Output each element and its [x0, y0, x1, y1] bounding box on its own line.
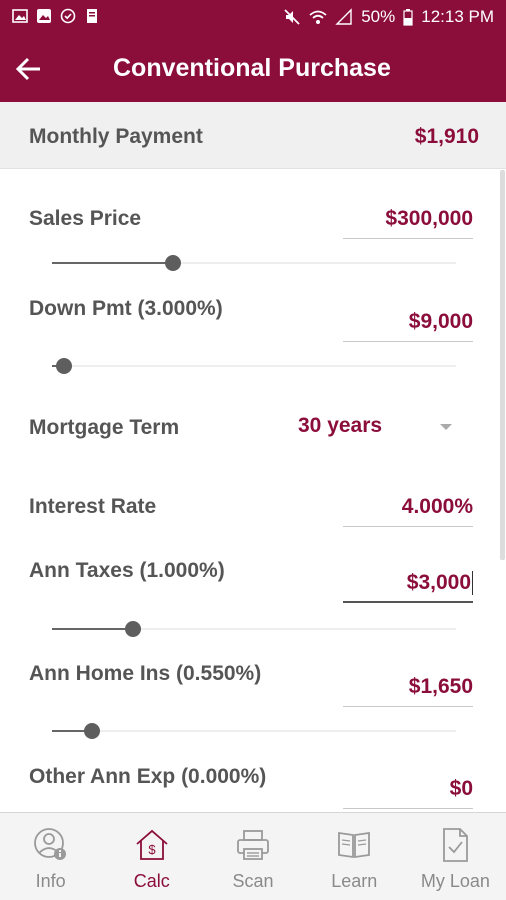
dollar-glyph: $ [148, 842, 156, 857]
nav-label: Calc [133, 871, 170, 891]
book-icon [338, 831, 371, 859]
nav-label: Learn [331, 871, 378, 891]
other-expenses-input[interactable]: $0 [343, 773, 473, 809]
dropdown-arrow-icon [440, 424, 452, 430]
nav-item-learn[interactable]: Learn [304, 813, 405, 900]
document-check-icon [443, 828, 469, 862]
interest-rate-input[interactable]: 4.000% [343, 491, 473, 527]
monthly-payment-summary: Monthly Payment $1,910 [0, 102, 506, 169]
down-payment-slider[interactable] [52, 357, 456, 375]
mortgage-term-dropdown[interactable]: 30 years [298, 410, 466, 446]
clock: 12:13 PM [421, 7, 494, 26]
gallery-notification-icon [36, 8, 52, 24]
bottom-navigation: Info $ Calc Scan Learn My Loan [0, 812, 506, 900]
app-bar: Conventional Purchase [0, 36, 506, 102]
printer-icon [237, 830, 269, 860]
nav-label: My Loan [420, 871, 490, 891]
nav-item-info[interactable]: Info [0, 813, 101, 900]
sales-price-slider[interactable] [52, 254, 456, 272]
home-insurance-input[interactable]: $1,650 [343, 671, 473, 707]
image-notification-icon [12, 8, 28, 24]
other-expenses-label: Other Ann Exp (0.000%) [29, 765, 267, 788]
mute-icon [283, 8, 301, 26]
mortgage-term-label: Mortgage Term [29, 416, 180, 439]
sales-price-input[interactable]: $300,000 [343, 203, 473, 239]
nav-item-scan[interactable]: Scan [202, 813, 303, 900]
system-status: 50% 12:13 PM [283, 7, 494, 27]
nav-item-my-loan[interactable]: My Loan [405, 813, 506, 900]
slider-thumb[interactable] [84, 723, 100, 739]
slider-track [52, 730, 456, 732]
user-info-icon [33, 828, 66, 860]
monthly-payment-value: $1,910 [414, 125, 479, 148]
battery-percent: 50% [361, 7, 396, 26]
nav-label: Info [35, 871, 66, 891]
home-insurance-slider[interactable] [52, 722, 456, 740]
scrollbar[interactable] [500, 170, 505, 560]
annual-taxes-value: $3,000 [406, 571, 471, 594]
house-dollar-icon: $ [136, 829, 168, 860]
annual-taxes-input[interactable]: $3,000 [343, 567, 473, 603]
nav-item-calc[interactable]: $ Calc [101, 813, 202, 900]
notification-icons [12, 8, 100, 24]
home-insurance-label: Ann Home Ins (0.550%) [29, 662, 262, 685]
interest-rate-label: Interest Rate [29, 495, 157, 518]
page-title: Conventional Purchase [113, 54, 391, 82]
signal-icon [335, 8, 353, 26]
check-circle-notification-icon [60, 8, 76, 24]
down-payment-label: Down Pmt (3.000%) [29, 297, 223, 320]
mortgage-term-value: 30 years [298, 414, 383, 437]
slider-thumb[interactable] [56, 358, 72, 374]
down-payment-input[interactable]: $9,000 [343, 306, 473, 342]
wifi-icon [309, 8, 327, 26]
slider-thumb[interactable] [165, 255, 181, 271]
back-arrow-icon [15, 57, 40, 81]
battery-icon [403, 8, 413, 26]
text-cursor [472, 571, 473, 596]
status-bar: 50% 12:13 PM [0, 0, 506, 36]
annual-taxes-label: Ann Taxes (1.000%) [29, 559, 225, 582]
sales-price-label: Sales Price [29, 207, 142, 230]
slider-fill [52, 628, 133, 630]
slider-fill [52, 262, 173, 264]
slider-track [52, 365, 456, 367]
slider-thumb[interactable] [125, 621, 141, 637]
annual-taxes-slider[interactable] [52, 620, 456, 638]
document-notification-icon [84, 8, 100, 24]
nav-label: Scan [232, 871, 274, 891]
back-button[interactable] [14, 52, 54, 86]
monthly-payment-label: Monthly Payment [29, 125, 203, 148]
